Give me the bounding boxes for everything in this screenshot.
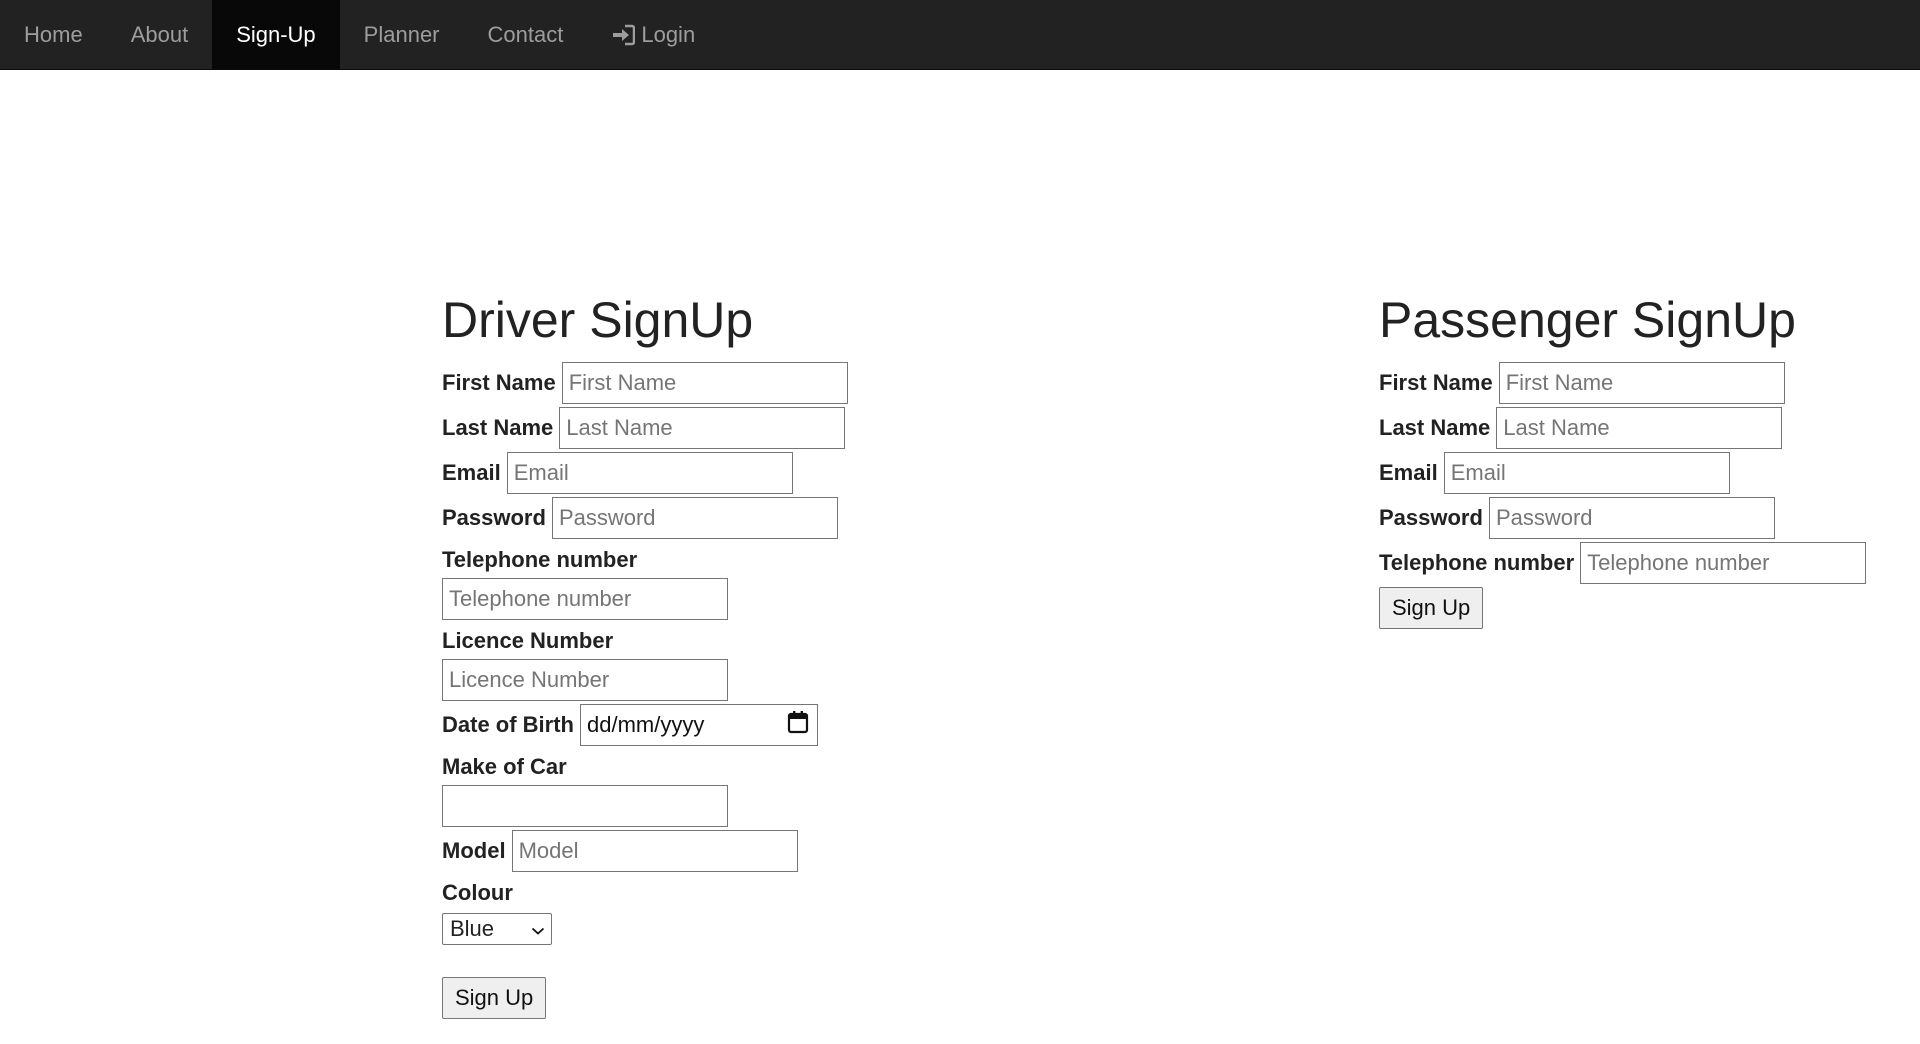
driver-make-input[interactable]	[442, 785, 728, 827]
driver-password-label: Password	[442, 505, 546, 530]
driver-first-name-row: First Name	[442, 362, 848, 404]
driver-last-name-row: Last Name	[442, 407, 848, 449]
nav-sign-up[interactable]: Sign-Up	[212, 0, 340, 69]
passenger-sign-up-button[interactable]: Sign Up	[1379, 587, 1484, 629]
driver-dob-label: Date of Birth	[442, 712, 574, 737]
passenger-password-label: Password	[1379, 505, 1483, 530]
driver-dob-input[interactable]: dd/mm/yyyy	[580, 704, 818, 746]
driver-email-row: Email	[442, 452, 848, 494]
navbar: Home About Sign-Up Planner Contact Login	[0, 0, 1920, 70]
passenger-last-name-input[interactable]	[1496, 407, 1783, 449]
passenger-email-row: Email	[1379, 452, 1866, 494]
passenger-signup-title: Passenger SignUp	[1379, 292, 1796, 348]
driver-email-input[interactable]	[506, 452, 793, 494]
driver-password-row: Password	[442, 497, 848, 539]
nav-home-label: Home	[24, 21, 83, 47]
passenger-first-name-row: First Name	[1379, 362, 1866, 404]
driver-model-row: Model	[442, 830, 848, 872]
sign-in-icon	[611, 24, 636, 46]
passenger-first-name-input[interactable]	[1498, 362, 1785, 404]
nav-contact[interactable]: Contact	[464, 0, 588, 69]
driver-telephone-row	[442, 578, 848, 620]
passenger-telephone-input[interactable]	[1580, 542, 1867, 584]
passenger-telephone-row: Telephone number	[1379, 542, 1867, 584]
nav-planner-label: Planner	[363, 21, 440, 47]
passenger-telephone-label: Telephone number	[1379, 550, 1575, 575]
passenger-last-name-label: Last Name	[1379, 415, 1491, 440]
driver-first-name-input[interactable]	[561, 362, 848, 404]
driver-colour-value: Blue	[450, 916, 495, 941]
driver-signup-title: Driver SignUp	[442, 292, 754, 348]
driver-colour-select[interactable]: Blue	[442, 913, 552, 945]
chevron-down-icon	[531, 916, 545, 942]
passenger-first-name-label: First Name	[1379, 370, 1493, 395]
nav-login[interactable]: Login	[587, 0, 719, 69]
passenger-email-label: Email	[1379, 460, 1438, 485]
nav-contact-label: Contact	[487, 21, 564, 47]
nav-home[interactable]: Home	[0, 0, 107, 69]
passenger-last-name-row: Last Name	[1379, 407, 1866, 449]
passenger-signup-form: Passenger SignUp First Name Last Name Em…	[1379, 290, 1867, 629]
driver-email-label: Email	[442, 460, 501, 485]
driver-last-name-input[interactable]	[559, 407, 846, 449]
driver-licence-row	[442, 659, 848, 701]
nav-sign-up-label: Sign-Up	[236, 21, 316, 47]
nav-login-label: Login	[641, 21, 696, 47]
passenger-password-input[interactable]	[1488, 497, 1775, 539]
driver-colour-label: Colour	[442, 880, 513, 905]
driver-submit-spacer	[442, 945, 848, 977]
driver-model-label: Model	[442, 838, 506, 863]
nav-planner[interactable]: Planner	[340, 0, 464, 69]
driver-first-name-label: First Name	[442, 370, 556, 395]
driver-model-input[interactable]	[511, 830, 798, 872]
driver-dob-row: Date of Birth dd/mm/yyyy	[442, 704, 848, 746]
passenger-email-input[interactable]	[1443, 452, 1730, 494]
driver-telephone-input[interactable]	[442, 578, 728, 620]
driver-signup-form: Driver SignUp First Name Last Name Email…	[442, 290, 848, 1019]
driver-password-input[interactable]	[551, 497, 838, 539]
driver-licence-label: Licence Number	[442, 628, 614, 653]
driver-dob-placeholder: dd/mm/yyyy	[587, 712, 705, 737]
nav-about-label: About	[130, 21, 189, 47]
driver-make-label: Make of Car	[442, 754, 567, 779]
calendar-icon[interactable]	[787, 710, 809, 740]
driver-sign-up-button[interactable]: Sign Up	[442, 977, 547, 1019]
driver-telephone-label: Telephone number	[442, 547, 638, 572]
passenger-password-row: Password	[1379, 497, 1866, 539]
driver-last-name-label: Last Name	[442, 415, 554, 440]
driver-make-row	[442, 785, 848, 827]
nav-about[interactable]: About	[107, 0, 213, 69]
driver-licence-input[interactable]	[442, 659, 728, 701]
